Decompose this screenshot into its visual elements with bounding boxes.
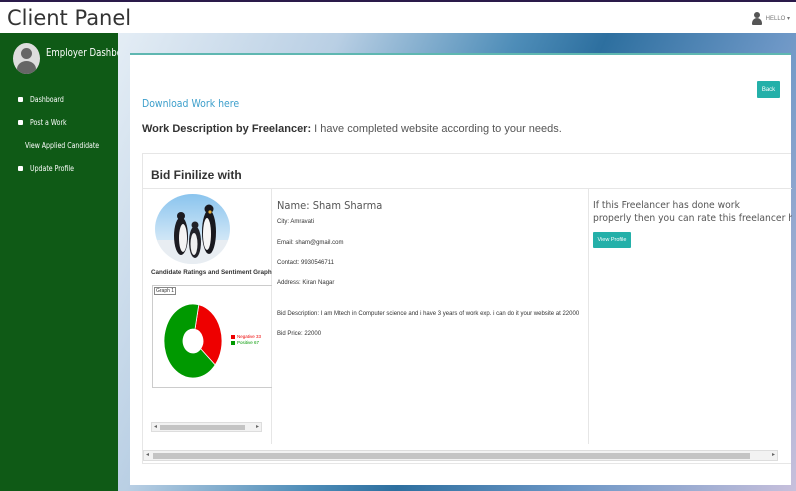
dashboard-icon [18, 97, 23, 102]
bid-finalize-box: Bid Finilize with Candidate Ratings and … [142, 153, 792, 464]
sidebar-item-label: Update Profile [30, 164, 74, 173]
candidate-ratings-column: Candidate Ratings and Sentiment Graph Gr… [149, 189, 272, 444]
chart-legend: Negative 33 Positive 67 [231, 334, 261, 346]
graph-label: Graph 1 [154, 287, 177, 295]
work-description-value: I have completed website according to yo… [311, 123, 562, 135]
avatar [13, 43, 40, 74]
scroll-right-icon[interactable]: ▸ [256, 423, 259, 431]
user-menu[interactable]: HELLO ▾ [751, 12, 790, 25]
sidebar-item-post-work[interactable]: Post a Work [0, 111, 118, 134]
view-profile-button[interactable]: View Profile [593, 232, 631, 248]
scrollbar-thumb[interactable] [160, 425, 245, 430]
user-greeting: HELLO ▾ [765, 16, 790, 22]
candidate-details-column: Name: Sham Sharma City: Amravati Email: … [272, 189, 589, 444]
candidate-address: Address: Kiran Nagar [277, 280, 335, 286]
scrollbar-thumb[interactable] [153, 453, 750, 459]
rating-column: If this Freelancer has done work properl… [589, 189, 792, 444]
legend-swatch-positive [231, 341, 235, 345]
rate-instructions-line: properly then you can rate this freelanc… [593, 213, 792, 224]
work-description-label: Work Description by Freelancer: [142, 123, 312, 135]
main-panel: Back Download Work here Work Description… [130, 53, 792, 485]
candidate-contact: Contact: 9930546711 [277, 260, 334, 266]
ratings-graph-title: Candidate Ratings and Sentiment Graph [151, 269, 272, 276]
sidebar-item-dashboard[interactable]: Dashboard [0, 88, 118, 111]
legend-label-positive: Positive 67 [237, 340, 260, 345]
candidate-name: Name: Sham Sharma [277, 199, 383, 212]
download-work-link[interactable]: Download Work here [142, 97, 239, 110]
top-bar: Client Panel HELLO ▾ [0, 0, 796, 33]
candidate-email: Email: sham@gmail.com [277, 240, 344, 246]
app-title: Client Panel [7, 6, 132, 30]
user-icon [18, 166, 23, 171]
sidebar-item-update-profile[interactable]: Update Profile [0, 157, 118, 180]
rate-instructions: If this Freelancer has done work properl… [593, 199, 792, 225]
graph-scrollbar[interactable]: ◂ ▸ [151, 422, 262, 432]
sidebar: Employer Dashboard Dashboard Post a Work… [0, 33, 136, 491]
horizontal-scrollbar[interactable]: ◂ ▸ [143, 450, 778, 461]
sidebar-item-view-applied-candidate[interactable]: View Applied Candidate [0, 134, 118, 157]
candidate-city: City: Amravati [277, 219, 315, 225]
sidebar-nav: Dashboard Post a Work View Applied Candi… [0, 88, 118, 180]
rate-instructions-line: If this Freelancer has done work [593, 200, 740, 211]
scroll-left-icon[interactable]: ◂ [146, 451, 149, 460]
sidebar-item-label: Dashboard [30, 95, 64, 104]
content-background: Back Download Work here Work Description… [118, 33, 796, 491]
back-button[interactable]: Back [757, 81, 780, 98]
scroll-left-icon[interactable]: ◂ [154, 423, 157, 431]
sidebar-item-label: View Applied Candidate [25, 141, 100, 150]
scroll-right-icon[interactable]: ▸ [772, 451, 775, 460]
legend-item-positive: Positive 67 [231, 340, 261, 346]
user-icon [751, 12, 762, 25]
sentiment-graph: Graph 1 Negative 33 Positive 67 [152, 285, 272, 388]
work-description: Work Description by Freelancer: I have c… [142, 123, 562, 135]
candidate-photo [155, 194, 230, 264]
legend-swatch-negative [231, 335, 235, 339]
home-icon [18, 120, 23, 125]
bid-price: Bid Price: 22000 [277, 331, 322, 337]
bid-title: Bid Finilize with [151, 168, 242, 182]
sidebar-item-label: Post a Work [30, 118, 67, 127]
sentiment-pie-chart [163, 303, 223, 379]
bid-description: Bid Description: I am Mtech in Computer … [277, 311, 580, 317]
